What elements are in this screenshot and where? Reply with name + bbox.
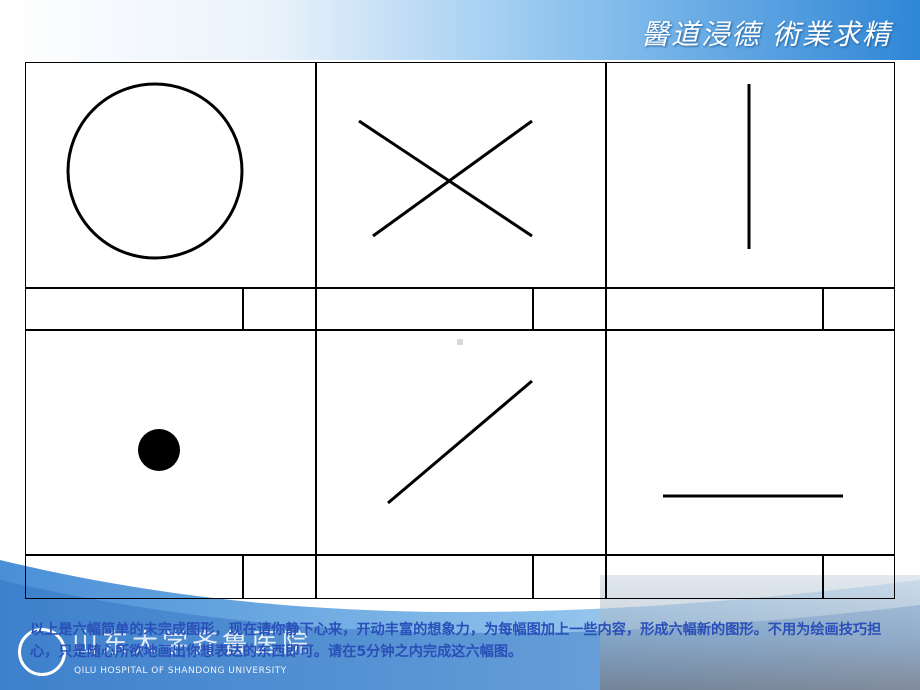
diagonal-line-icon <box>387 379 533 505</box>
panel-1[interactable] <box>66 82 244 260</box>
filled-dot-icon <box>138 429 180 471</box>
placeholder-marker <box>457 339 463 345</box>
panel-2[interactable] <box>358 119 533 238</box>
panel-4[interactable] <box>138 429 180 471</box>
instruction-text: 以上是六幅简单的未完成图形，现在请你静下心来，开动丰富的想象力，为每幅图加上一些… <box>30 622 882 660</box>
stimulus-shapes <box>66 82 843 505</box>
circle-outline-icon <box>66 82 244 260</box>
panel-5[interactable] <box>387 379 533 505</box>
